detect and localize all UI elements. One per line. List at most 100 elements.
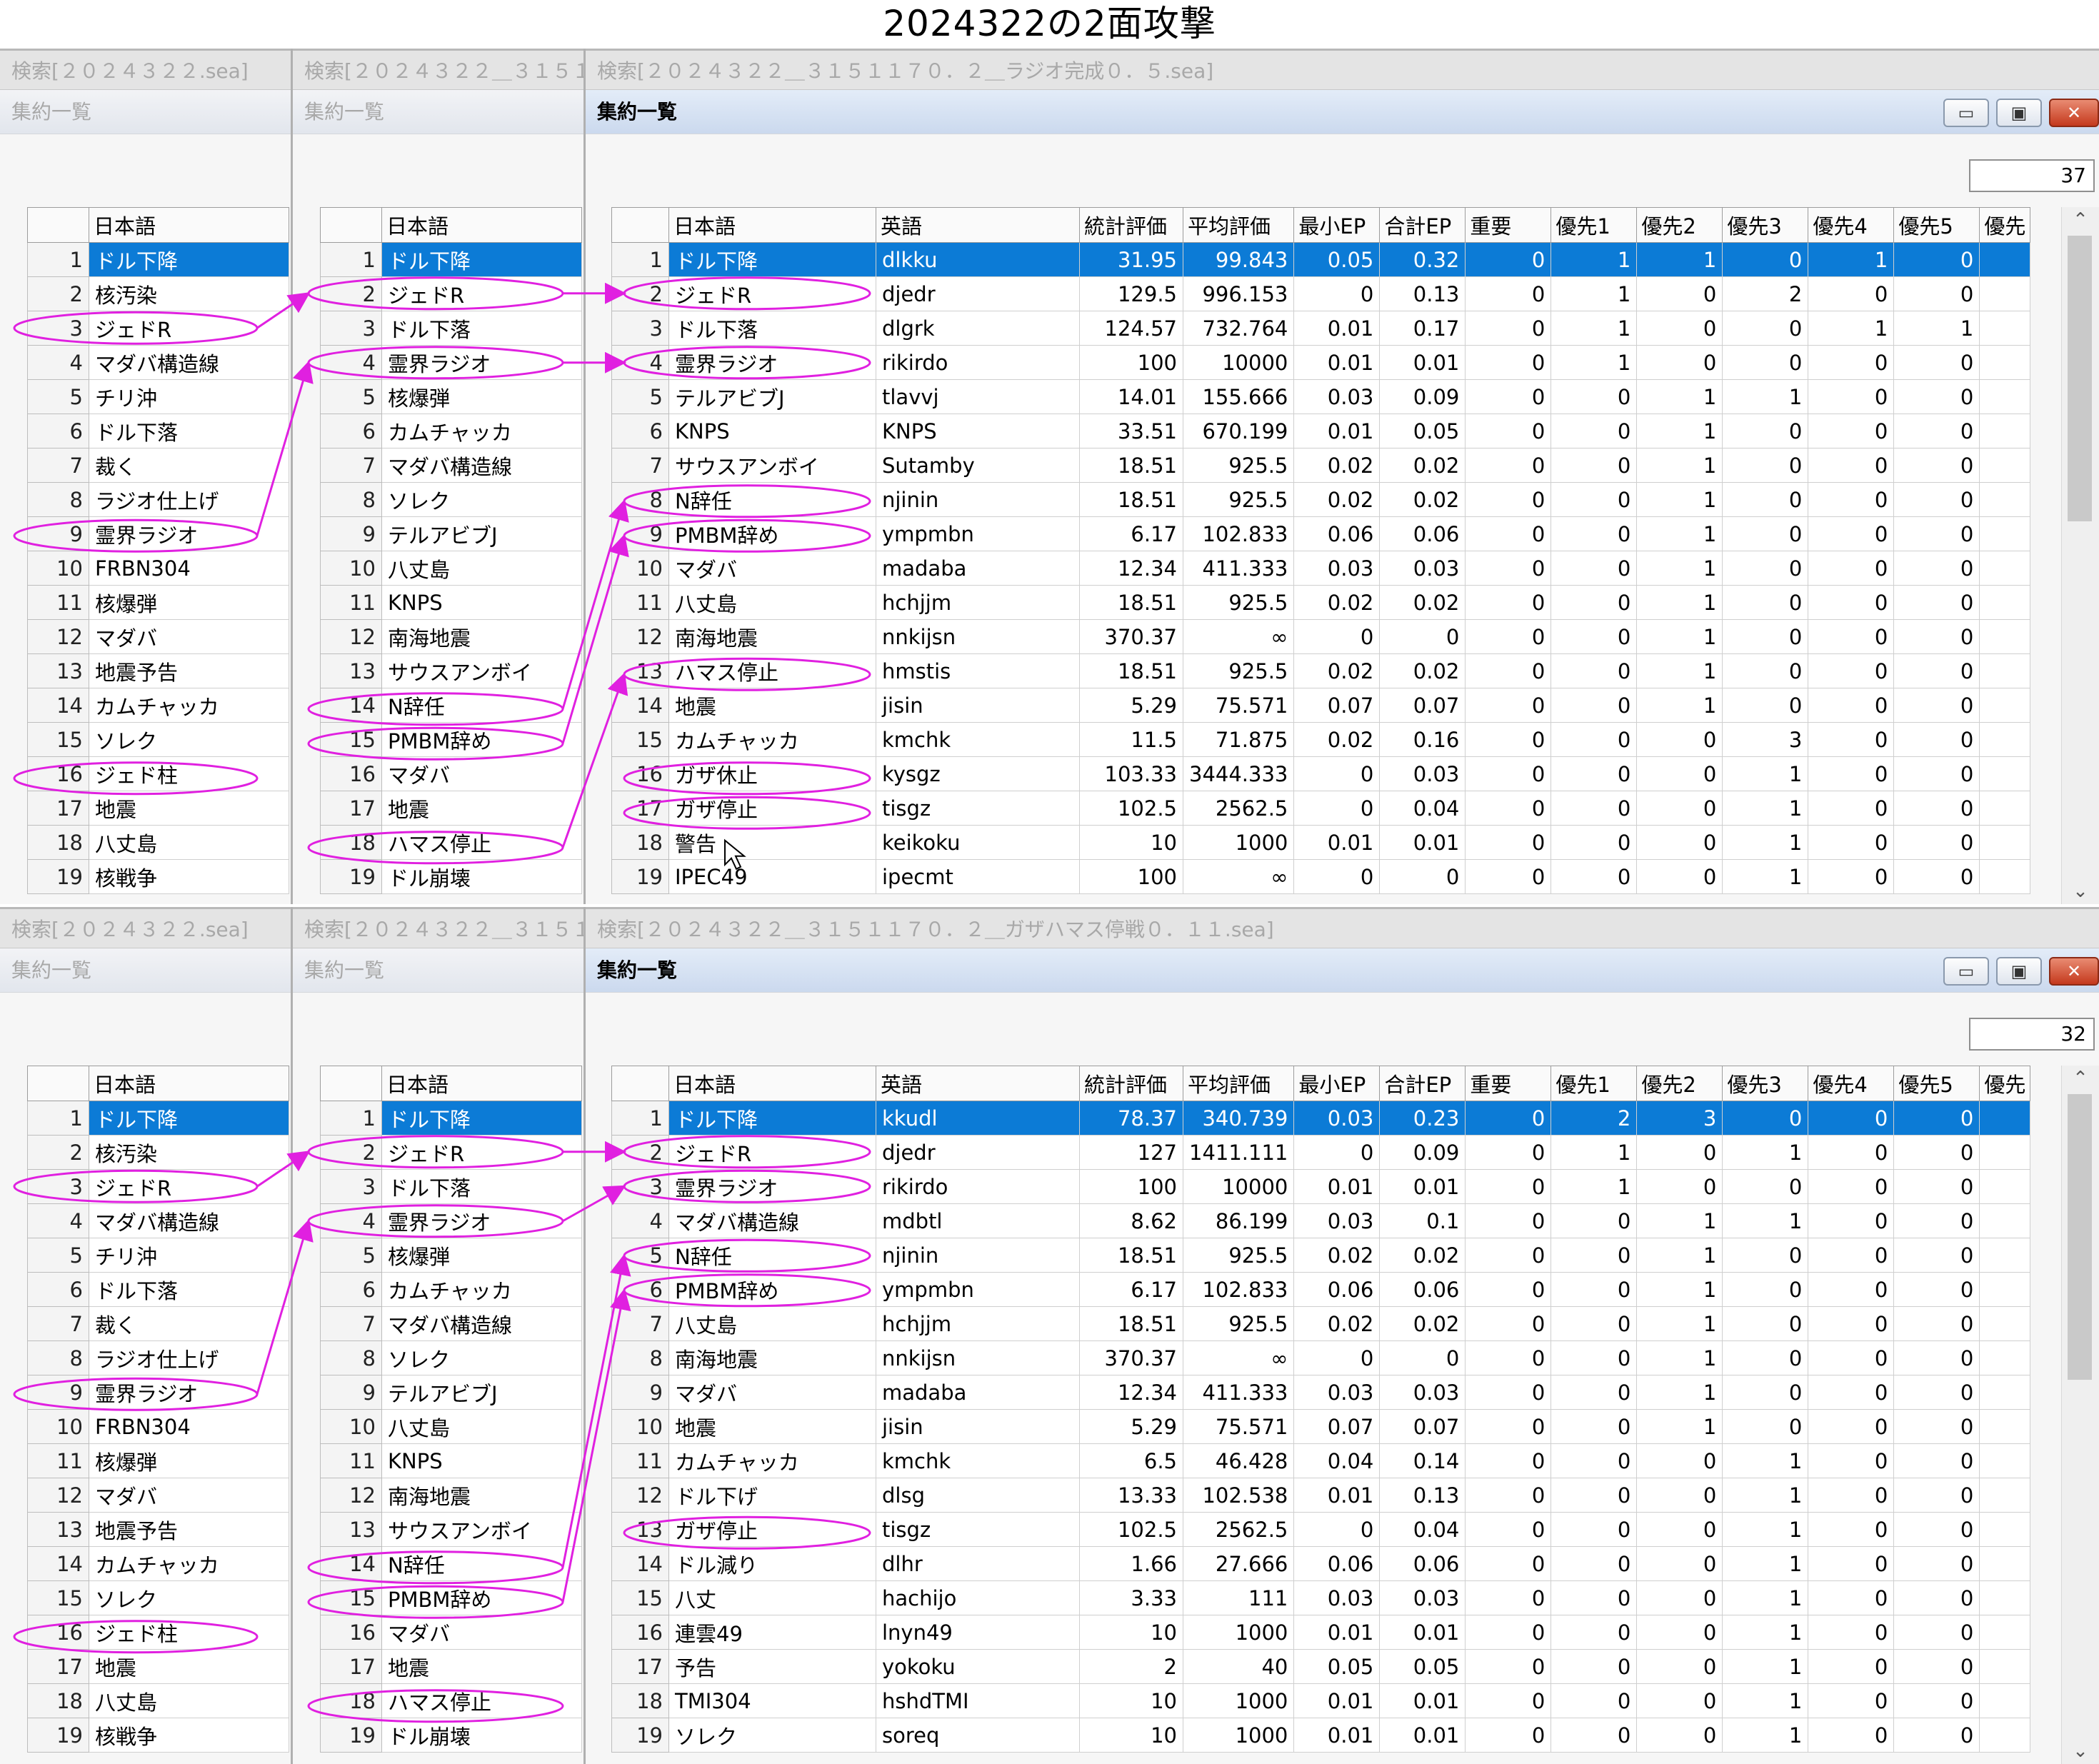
cell-japanese[interactable]: 八丈島 bbox=[381, 1409, 582, 1444]
cell-value[interactable]: 78.37 bbox=[1079, 1101, 1183, 1136]
cell-japanese[interactable]: ドル下落 bbox=[89, 1272, 289, 1307]
column-header-7[interactable]: 重要 bbox=[1465, 207, 1552, 243]
list-row[interactable]: 15 ソレク bbox=[27, 1580, 289, 1615]
list-row[interactable]: 7 裁く bbox=[27, 1306, 289, 1341]
cell-japanese[interactable]: 地震 bbox=[381, 1649, 582, 1684]
table-row[interactable]: 7 サウスアンボイ Sutamby 18.51 925.5 0.02 0.02 0 0 1 0 0 0 bbox=[611, 448, 2031, 483]
cell-value[interactable]: 3 bbox=[1722, 722, 1809, 757]
cell-value[interactable]: 0 bbox=[1465, 1615, 1552, 1650]
cell-japanese[interactable]: サウスアンボイ bbox=[668, 448, 876, 483]
list-row[interactable]: 18 八丈島 bbox=[27, 1683, 289, 1718]
cell-japanese[interactable]: 予告 bbox=[668, 1649, 876, 1684]
cell-value[interactable]: 0 bbox=[1722, 653, 1809, 688]
cell-value[interactable]: 12.34 bbox=[1079, 1375, 1183, 1410]
cell-value[interactable]: 0.09 bbox=[1379, 379, 1466, 414]
cell-japanese[interactable]: ガザ休止 bbox=[668, 756, 876, 791]
cell-value[interactable]: 0 bbox=[1722, 1375, 1809, 1410]
cell-value[interactable]: 0 bbox=[1808, 1649, 1895, 1684]
list-row[interactable]: 3 ドル下落 bbox=[320, 1169, 582, 1204]
list-row[interactable]: 17 地震 bbox=[320, 1649, 582, 1684]
cell-value[interactable]: 0 bbox=[1722, 585, 1809, 620]
cell-value[interactable]: 0 bbox=[1465, 1272, 1552, 1307]
list-row[interactable]: 17 地震 bbox=[27, 1649, 289, 1684]
cell-english[interactable]: djedr bbox=[876, 276, 1080, 311]
cell-value[interactable]: 0.02 bbox=[1293, 1306, 1381, 1341]
cell-value[interactable]: 0 bbox=[1893, 276, 1980, 311]
cell-japanese[interactable]: ジェドR bbox=[668, 1135, 876, 1170]
cell-value[interactable]: 0 bbox=[1722, 688, 1809, 723]
cell-value[interactable]: 1 bbox=[1551, 242, 1638, 277]
cell-value[interactable]: 0 bbox=[1893, 1238, 1980, 1273]
table-row[interactable]: 4 霊界ラジオ rikirdo 100 10000 0.01 0.01 0 1 0 0 0 0 bbox=[611, 345, 2031, 380]
maximize-icon[interactable]: ▣ bbox=[1996, 957, 2042, 986]
cell-value[interactable]: 0 bbox=[1551, 619, 1638, 654]
vertical-scrollbar[interactable]: ⌃ ⌄ bbox=[2061, 1066, 2099, 1764]
cell-value[interactable]: 0 bbox=[1551, 1203, 1638, 1238]
cell-value[interactable]: 99.843 bbox=[1182, 242, 1295, 277]
table-row[interactable]: 10 地震 jisin 5.29 75.571 0.07 0.07 0 0 1 0 0 0 bbox=[611, 1409, 2031, 1444]
cell-japanese[interactable]: ドル下げ bbox=[668, 1478, 876, 1513]
cell-value[interactable]: 0 bbox=[1722, 516, 1809, 551]
cell-value[interactable]: 0 bbox=[1465, 585, 1552, 620]
cell-value[interactable]: 1000 bbox=[1182, 825, 1295, 860]
cell-value[interactable]: 0 bbox=[1551, 791, 1638, 826]
cell-japanese[interactable]: 警告 bbox=[668, 825, 876, 860]
column-header-1[interactable]: 日本語 bbox=[668, 207, 876, 243]
cell-value[interactable]: 0 bbox=[1893, 1203, 1980, 1238]
list-row[interactable]: 8 ソレク bbox=[320, 1340, 582, 1375]
cell-value[interactable]: 0.03 bbox=[1379, 551, 1466, 586]
cell-value[interactable]: 0 bbox=[1893, 1135, 1980, 1170]
list-row[interactable]: 12 マダバ bbox=[27, 1478, 289, 1513]
cell-value[interactable]: 0 bbox=[1293, 859, 1381, 894]
cell-value[interactable]: 0 bbox=[1465, 311, 1552, 346]
list-row[interactable]: 14 N辞任 bbox=[320, 688, 582, 723]
cell-value[interactable]: 0 bbox=[1636, 311, 1723, 346]
cell-value[interactable]: 0.06 bbox=[1293, 516, 1381, 551]
cell-english[interactable]: dlkku bbox=[876, 242, 1080, 277]
column-header-8[interactable]: 優先1 bbox=[1551, 207, 1638, 243]
cell-value[interactable]: 1 bbox=[1722, 1615, 1809, 1650]
cell-english[interactable]: dlgrk bbox=[876, 311, 1080, 346]
cell-value[interactable]: 0 bbox=[1551, 1409, 1638, 1444]
cell-value[interactable]: 0 bbox=[1722, 1272, 1809, 1307]
panel2-list2-grid[interactable]: 日本語 1 ドル下降 2 ジェドR 3 ドル下落 4 霊界ラジオ 5 核爆弾 6 カムチャッカ 7 マダバ構… bbox=[320, 1066, 582, 1753]
cell-value[interactable]: ∞ bbox=[1182, 859, 1295, 894]
cell-value[interactable]: 0 bbox=[1465, 1375, 1552, 1410]
cell-value[interactable]: 0 bbox=[1893, 379, 1980, 414]
cell-value[interactable]: 129.5 bbox=[1079, 276, 1183, 311]
cell-value[interactable]: 0 bbox=[1465, 482, 1552, 517]
table-row[interactable]: 8 南海地震 nnkijsn 370.37 ∞ 0 0 0 0 1 0 0 0 bbox=[611, 1340, 2031, 1375]
list-row[interactable]: 4 マダバ構造線 bbox=[27, 1203, 289, 1238]
cell-value[interactable]: 0 bbox=[1722, 1306, 1809, 1341]
column-header-10[interactable]: 優先3 bbox=[1722, 1066, 1809, 1101]
cell-japanese[interactable]: 核汚染 bbox=[89, 276, 289, 311]
cell-value[interactable]: 0 bbox=[1808, 859, 1895, 894]
cell-value[interactable]: 27.666 bbox=[1182, 1546, 1295, 1581]
cell-value[interactable]: 0.01 bbox=[1293, 825, 1381, 860]
table-row[interactable]: 1 ドル下降 kkudl 78.37 340.739 0.03 0.23 0 2 3 0 0 0 bbox=[611, 1101, 2031, 1136]
scroll-thumb[interactable] bbox=[2068, 236, 2092, 521]
cell-value[interactable]: 0 bbox=[1551, 1718, 1638, 1753]
cell-value[interactable]: 33.51 bbox=[1079, 414, 1183, 448]
cell-japanese[interactable]: ドル下落 bbox=[668, 311, 876, 346]
cell-value[interactable]: 0 bbox=[1551, 585, 1638, 620]
cell-value[interactable]: 0.13 bbox=[1379, 1478, 1466, 1513]
cell-japanese[interactable]: 霊界ラジオ bbox=[89, 516, 289, 551]
list-row[interactable]: 18 ハマス停止 bbox=[320, 1683, 582, 1718]
cell-value[interactable]: 0 bbox=[1893, 414, 1980, 448]
cell-value[interactable]: 0.06 bbox=[1379, 1272, 1466, 1307]
cell-japanese[interactable]: IPEC49 bbox=[668, 859, 876, 894]
cell-japanese[interactable]: ジェド柱 bbox=[89, 1615, 289, 1650]
cell-japanese[interactable]: KNPS bbox=[668, 414, 876, 448]
list-row[interactable]: 1 ドル下降 bbox=[320, 242, 582, 277]
cell-japanese[interactable]: カムチャッカ bbox=[381, 414, 582, 448]
cell-value[interactable]: 1 bbox=[1722, 1203, 1809, 1238]
cell-value[interactable]: 0.06 bbox=[1293, 1272, 1381, 1307]
cell-value[interactable]: 102.5 bbox=[1079, 1512, 1183, 1547]
close-icon[interactable]: ✕ bbox=[2049, 957, 2099, 986]
cell-value[interactable]: 0 bbox=[1808, 1272, 1895, 1307]
cell-japanese[interactable]: ラジオ仕上げ bbox=[89, 1340, 289, 1375]
cell-english[interactable]: soreq bbox=[876, 1718, 1080, 1753]
cell-japanese[interactable]: TMI304 bbox=[668, 1683, 876, 1718]
column-header-5[interactable]: 最小EP bbox=[1293, 207, 1381, 243]
